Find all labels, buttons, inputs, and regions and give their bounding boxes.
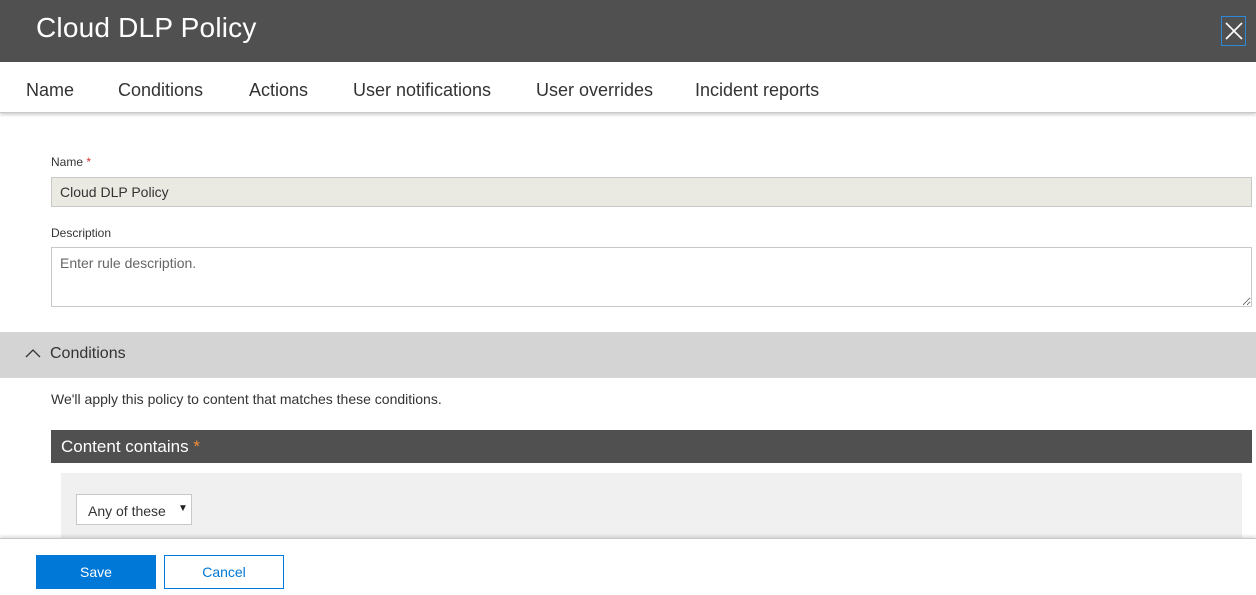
tab-name[interactable]: Name bbox=[26, 80, 74, 101]
content-contains-label: Content contains bbox=[61, 437, 189, 456]
tab-user-overrides[interactable]: User overrides bbox=[536, 80, 653, 101]
close-icon bbox=[1224, 22, 1243, 40]
tab-bar: Name Conditions Actions User notificatio… bbox=[0, 62, 1256, 113]
description-field[interactable] bbox=[51, 247, 1252, 307]
required-marker: * bbox=[86, 155, 92, 169]
name-label-text: Name bbox=[51, 155, 84, 169]
conditions-section-title: Conditions bbox=[50, 345, 126, 362]
save-button[interactable]: Save bbox=[36, 555, 156, 589]
conditions-description: We'll apply this policy to content that … bbox=[51, 391, 442, 407]
match-mode-value: Any of these bbox=[88, 503, 166, 519]
tab-conditions[interactable]: Conditions bbox=[118, 80, 203, 101]
panel-title: Cloud DLP Policy bbox=[36, 12, 257, 43]
tab-incident-reports[interactable]: Incident reports bbox=[695, 80, 819, 101]
panel-header: Cloud DLP Policy bbox=[0, 0, 1256, 62]
conditions-section-header[interactable]: Conditions bbox=[0, 332, 1256, 378]
name-field[interactable] bbox=[51, 177, 1252, 207]
condition-group-panel: Any of these ▼ bbox=[61, 473, 1242, 543]
description-field-label: Description bbox=[51, 226, 112, 240]
content-contains-required-marker: * bbox=[193, 437, 200, 456]
match-mode-select[interactable]: Any of these ▼ bbox=[76, 494, 192, 525]
caret-down-icon: ▼ bbox=[178, 503, 188, 514]
close-button[interactable] bbox=[1221, 16, 1246, 46]
panel-footer: Save Cancel bbox=[0, 538, 1256, 595]
name-field-label: Name * bbox=[51, 155, 91, 169]
cancel-button[interactable]: Cancel bbox=[164, 555, 284, 589]
chevron-up-icon bbox=[25, 349, 41, 358]
tab-user-notifications[interactable]: User notifications bbox=[353, 80, 491, 101]
content-contains-header: Content contains * bbox=[51, 430, 1252, 463]
content-contains-title: Content contains * bbox=[61, 437, 200, 457]
tab-actions[interactable]: Actions bbox=[249, 80, 308, 101]
